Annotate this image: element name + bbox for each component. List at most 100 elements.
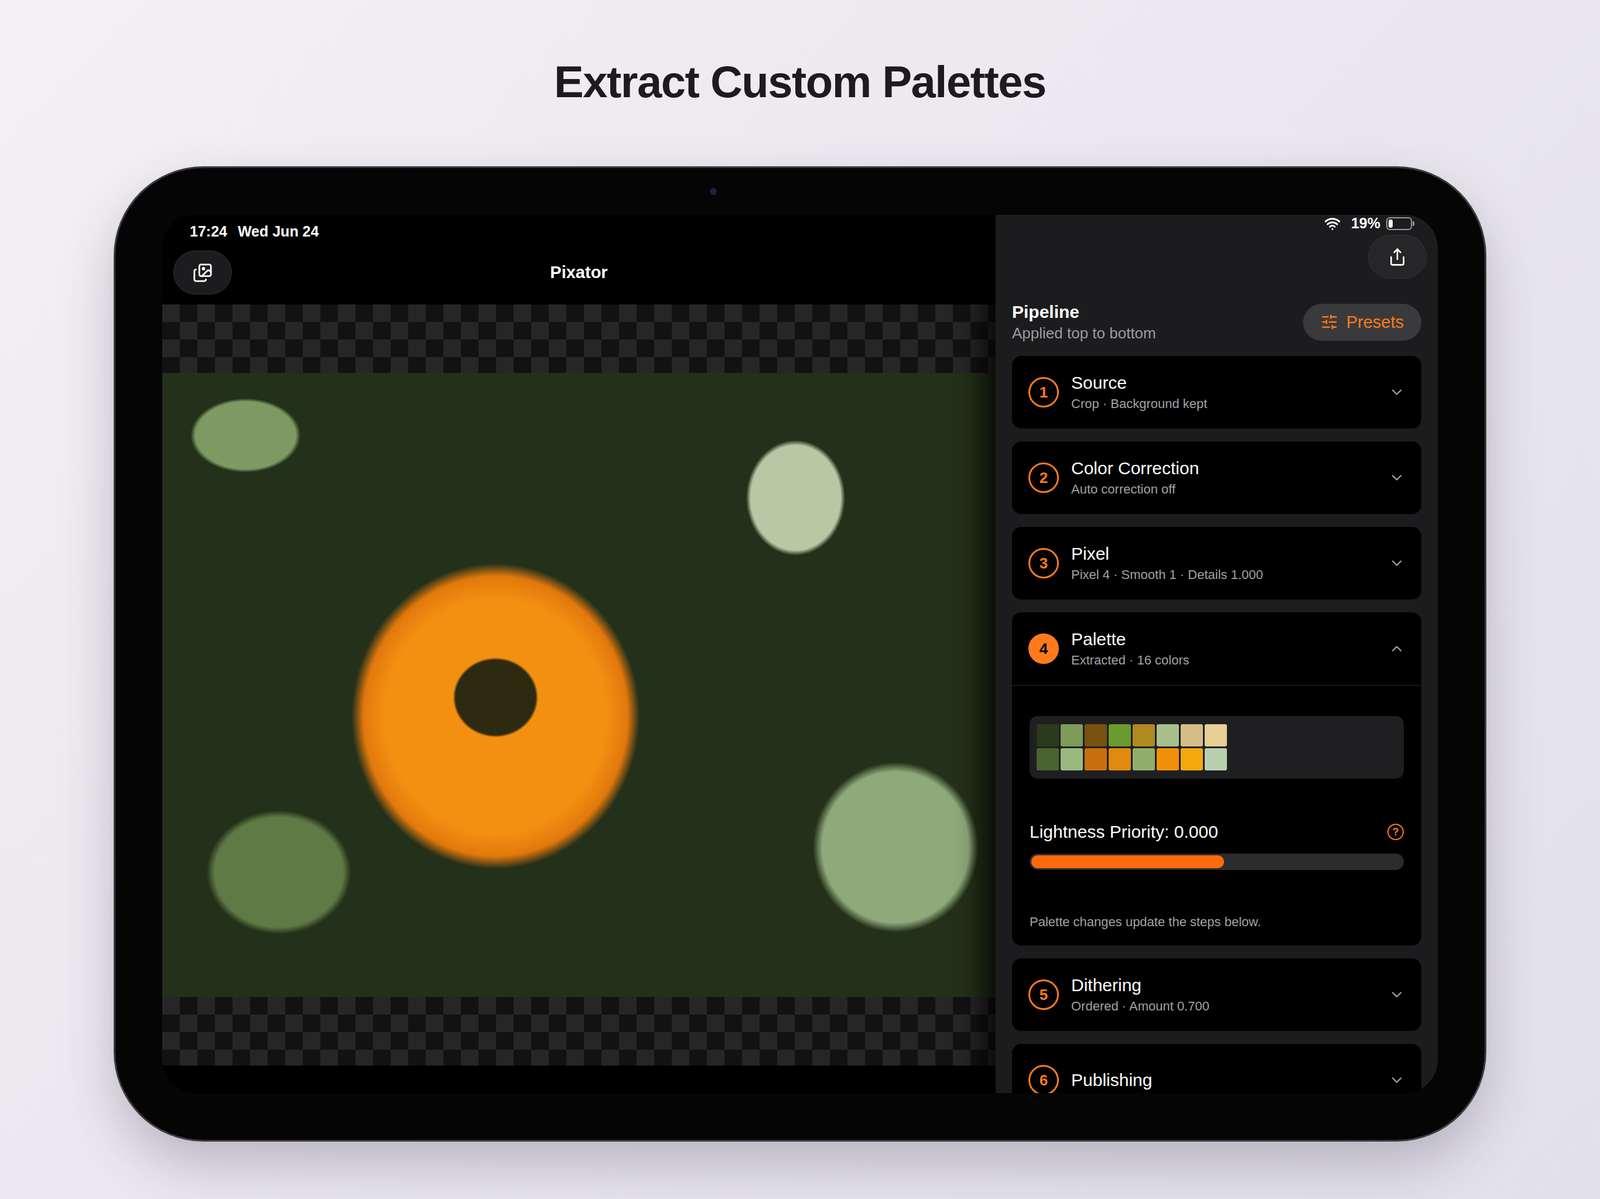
gallery-icon <box>192 262 213 283</box>
swatch[interactable] <box>1060 724 1083 747</box>
step-texts: Publishing <box>1071 1070 1377 1091</box>
transparency-strip <box>162 997 996 1066</box>
step-texts: Dithering Ordered · Amount 0.700 <box>1071 975 1377 1015</box>
chevron-down-icon <box>1388 469 1405 487</box>
canvas <box>162 304 996 1094</box>
share-icon <box>1387 247 1407 267</box>
status-date: Wed Jun 24 <box>237 223 319 241</box>
step-number: 3 <box>1028 548 1059 579</box>
step-summary: Ordered · Amount 0.700 <box>1071 999 1377 1015</box>
swatch[interactable] <box>1060 748 1083 771</box>
swatch[interactable] <box>1108 748 1131 771</box>
swatch[interactable] <box>1132 724 1155 747</box>
step-title: Dithering <box>1071 975 1377 996</box>
step-title: Palette <box>1071 629 1377 650</box>
pipeline-header: PipelineApplied top to bottom Presets <box>1012 299 1422 345</box>
presets-label: Presets <box>1346 312 1404 333</box>
step-number: 1 <box>1028 377 1059 408</box>
transparency-strip <box>162 304 996 374</box>
step-title: Color Correction <box>1071 458 1377 479</box>
step-number: 6 <box>1028 1065 1059 1094</box>
battery-icon <box>1386 217 1413 231</box>
step-summary: Crop · Background kept <box>1071 396 1377 412</box>
step-summary: Pixel 4 · Smooth 1 · Details 1.000 <box>1071 567 1377 583</box>
swatch[interactable] <box>1132 748 1155 771</box>
swatch[interactable] <box>1036 748 1059 771</box>
swatch[interactable] <box>1204 724 1227 747</box>
step-number: 4 <box>1028 633 1059 665</box>
camera-icon <box>709 187 717 196</box>
pipeline-subtitle: Applied top to bottom <box>1012 324 1157 343</box>
pipeline-title: Pipeline <box>1012 302 1157 323</box>
swatch[interactable] <box>1084 748 1107 771</box>
canvas-pane: 17:24 Wed Jun 24 Pixator <box>162 214 996 1094</box>
slider-label-row: Lightness Priority: 0.000? <box>1029 821 1404 843</box>
tablet-frame: 17:24 Wed Jun 24 Pixator 19% PipelineApplied… <box>115 168 1485 1141</box>
swatch-panel <box>1029 716 1404 779</box>
screen: 17:24 Wed Jun 24 Pixator 19% PipelineApplied… <box>162 214 1438 1094</box>
chevron-down-icon <box>1388 384 1405 401</box>
slider-label: Lightness Priority: 0.000 <box>1029 821 1219 843</box>
step-texts: Palette Extracted · 16 colors <box>1071 629 1377 669</box>
step-list: 1 Source Crop · Background kept 2 Color Corr… <box>1012 356 1422 1094</box>
step-number: 5 <box>1028 979 1059 1011</box>
headline: Extract Custom Palettes <box>554 55 1046 109</box>
toolbar: Pixator <box>162 250 996 295</box>
step-summary: Auto correction off <box>1071 481 1377 498</box>
status-bar: 17:24 Wed Jun 24 <box>162 214 996 248</box>
step-texts: Source Crop · Background kept <box>1071 373 1377 412</box>
swatch[interactable] <box>1036 724 1059 747</box>
step-header[interactable]: 4 Palette Extracted · 16 colors <box>1012 612 1422 686</box>
chevron-down-icon <box>1388 986 1405 1004</box>
presets-button[interactable]: Presets <box>1303 303 1422 341</box>
step-header[interactable]: 6 Publishing <box>1012 1044 1422 1094</box>
step-header[interactable]: 2 Color Correction Auto correction off <box>1012 441 1422 515</box>
step-title: Publishing <box>1071 1070 1377 1091</box>
step-header[interactable]: 1 Source Crop · Background kept <box>1012 356 1422 429</box>
swatch[interactable] <box>1156 724 1179 747</box>
pipeline-heading: PipelineApplied top to bottom <box>1012 302 1157 343</box>
swatch[interactable] <box>1180 724 1203 747</box>
chevron-down-icon <box>1388 555 1405 572</box>
step-card: 5 Dithering Ordered · Amount 0.700 <box>1012 958 1422 1032</box>
swatch[interactable] <box>1156 748 1179 771</box>
chevron-down-icon <box>1388 1072 1405 1089</box>
step-header[interactable]: 5 Dithering Ordered · Amount 0.700 <box>1012 958 1422 1032</box>
step-number: 2 <box>1028 462 1059 494</box>
photo <box>162 373 996 998</box>
app-title: Pixator <box>549 262 608 283</box>
step-summary: Extracted · 16 colors <box>1071 653 1377 669</box>
step-card: 4 Palette Extracted · 16 colors Lightness P… <box>1012 612 1422 946</box>
step-card: 6 Publishing <box>1012 1044 1422 1094</box>
panel-toolbar <box>1012 234 1427 279</box>
step-header[interactable]: 3 Pixel Pixel 4 · Smooth 1 · Details 1.000 <box>1012 527 1422 600</box>
battery-percent: 19% <box>1351 214 1381 232</box>
swatch[interactable] <box>1204 748 1227 771</box>
battery-fill <box>1388 219 1393 228</box>
step-card: 3 Pixel Pixel 4 · Smooth 1 · Details 1.000 <box>1012 527 1422 600</box>
step-title: Pixel <box>1071 544 1377 564</box>
step-texts: Color Correction Auto correction off <box>1071 458 1377 498</box>
swatch[interactable] <box>1084 724 1107 747</box>
palette-note: Palette changes update the steps below. <box>1029 914 1404 931</box>
status-bar-right: 19% <box>1012 214 1422 232</box>
sliders-icon <box>1320 313 1339 331</box>
swatch[interactable] <box>1180 748 1203 771</box>
help-icon[interactable]: ? <box>1387 824 1404 841</box>
pipeline-panel: 19% PipelineApplied top to bottom Presets 1… <box>995 214 1438 1094</box>
swatch[interactable] <box>1108 724 1131 747</box>
step-title: Source <box>1071 373 1377 393</box>
step-texts: Pixel Pixel 4 · Smooth 1 · Details 1.000 <box>1071 544 1377 583</box>
lightness-slider[interactable] <box>1029 853 1404 871</box>
page: Extract Custom Palettes 17:24 Wed Jun 24 Pi… <box>0 0 1600 1199</box>
slider-fill <box>1031 855 1225 869</box>
step-card: 1 Source Crop · Background kept <box>1012 356 1422 429</box>
share-button[interactable] <box>1368 234 1427 279</box>
wifi-icon <box>1324 215 1341 232</box>
palette-body: Lightness Priority: 0.000? Palette change… <box>1012 685 1422 946</box>
gallery-button[interactable] <box>173 250 232 295</box>
battery-nub <box>1412 221 1415 227</box>
step-card: 2 Color Correction Auto correction off <box>1012 441 1422 515</box>
status-time: 17:24 <box>189 223 228 241</box>
chevron-up-icon <box>1388 640 1405 658</box>
